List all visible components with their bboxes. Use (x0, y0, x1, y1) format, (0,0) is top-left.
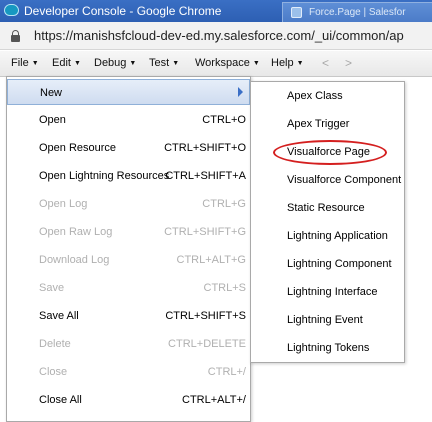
menu-workspace[interactable]: Workspace ▼ (195, 57, 260, 69)
new-menu-item-lightning-application[interactable]: Lightning Application (287, 230, 388, 242)
forward-arrow-icon[interactable]: > (345, 56, 352, 70)
new-menu-item-lightning-interface[interactable]: Lightning Interface (287, 286, 378, 298)
submenu-arrow-icon (238, 87, 243, 97)
caret-down-icon: ▼ (252, 60, 260, 67)
file-menu-item-save: Save CTRL+S (39, 282, 246, 294)
file-menu-item-download-log: Download Log CTRL+ALT+G (39, 254, 246, 266)
menu-file[interactable]: File ▼ (11, 57, 39, 69)
browser-tab[interactable]: Force.Page | Salesfor (282, 2, 432, 22)
file-menu-item-close-all[interactable]: Close All CTRL+ALT+/ (7, 387, 250, 413)
new-menu-item-lightning-event[interactable]: Lightning Event (287, 314, 363, 326)
caret-down-icon: ▼ (73, 60, 81, 67)
file-menu-item-open-lightning-resources[interactable]: Open Lightning Resources CTRL+SHIFT+A (7, 163, 250, 189)
lock-icon (11, 30, 20, 42)
new-menu-item-lightning-component[interactable]: Lightning Component (287, 258, 392, 270)
window-title: Developer Console - Google Chrome (24, 4, 222, 18)
back-arrow-icon[interactable]: < (322, 56, 329, 70)
menu-edit[interactable]: Edit ▼ (52, 57, 81, 69)
browser-title-bar: Developer Console - Google Chrome Force.… (0, 0, 432, 22)
file-menu-item-open-resource[interactable]: Open Resource CTRL+SHIFT+O (7, 135, 250, 161)
menu-test[interactable]: Test ▼ (149, 57, 179, 69)
caret-down-icon: ▼ (129, 60, 137, 67)
console-menu-bar: File ▼ Edit ▼ Debug ▼ Test ▼ Workspace ▼ Help… (0, 51, 432, 77)
browser-tab-title: Force.Page | Salesfor (309, 7, 406, 18)
file-menu-item-new[interactable]: New (7, 79, 250, 105)
new-menu-item-apex-trigger[interactable]: Apex Trigger (287, 118, 349, 130)
caret-down-icon: ▼ (31, 60, 39, 67)
new-menu-item-static-resource[interactable]: Static Resource (287, 202, 365, 214)
caret-down-icon: ▼ (296, 60, 304, 67)
url-text[interactable]: https://manishsfcloud-dev-ed.my.salesfor… (34, 28, 404, 43)
highlight-annotation-oval (273, 140, 387, 165)
new-menu-item-lightning-tokens[interactable]: Lightning Tokens (287, 342, 369, 354)
file-menu-item-delete: Delete CTRL+DELETE (39, 338, 246, 350)
menu-debug[interactable]: Debug ▼ (94, 57, 136, 69)
salesforce-cloud-icon (4, 4, 19, 16)
file-menu-item-close: Close CTRL+/ (39, 366, 246, 378)
new-submenu: Apex Class Apex Trigger Visualforce Page… (250, 81, 405, 363)
address-bar[interactable]: https://manishsfcloud-dev-ed.my.salesfor… (0, 22, 432, 50)
file-menu-item-open-raw-log: Open Raw Log CTRL+SHIFT+G (39, 226, 246, 238)
page-icon (291, 7, 302, 18)
new-menu-item-visualforce-component[interactable]: Visualforce Component (287, 174, 401, 186)
new-menu-item-apex-class[interactable]: Apex Class (287, 90, 343, 102)
file-menu-item-open-log: Open Log CTRL+G (39, 198, 246, 210)
caret-down-icon: ▼ (172, 60, 180, 67)
file-dropdown-menu: New Open CTRL+O Open Resource CTRL+SHIFT… (6, 76, 251, 422)
menu-help[interactable]: Help ▼ (271, 57, 304, 69)
file-menu-item-open[interactable]: Open CTRL+O (7, 107, 250, 133)
file-menu-item-save-all[interactable]: Save All CTRL+SHIFT+S (7, 303, 250, 329)
